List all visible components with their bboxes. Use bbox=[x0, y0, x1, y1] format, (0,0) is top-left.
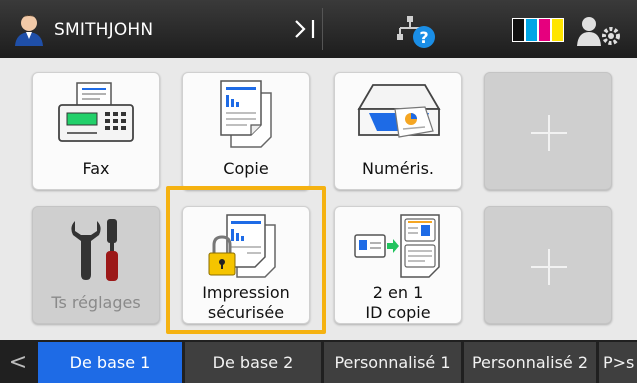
user-name: SMITHJOHN bbox=[54, 20, 154, 40]
id-copy-label-line2: ID copie bbox=[365, 303, 431, 322]
copy-icon bbox=[220, 80, 272, 148]
user-button[interactable]: SMITHJOHN bbox=[0, 0, 322, 58]
id-copy-tile[interactable]: 2 en 1 ID copie bbox=[334, 206, 462, 324]
add-shortcut-slot-2[interactable] bbox=[484, 206, 612, 324]
tab-label: P>s bbox=[603, 353, 635, 372]
selection-highlight bbox=[166, 186, 326, 334]
tab-de-base-1[interactable]: De base 1 bbox=[38, 342, 182, 383]
user-icon bbox=[15, 15, 43, 46]
logout-icon[interactable] bbox=[292, 18, 318, 40]
plus-icon bbox=[529, 113, 569, 153]
fax-tile[interactable]: Fax bbox=[32, 72, 160, 190]
settings-label: Ts réglages bbox=[51, 293, 141, 312]
fax-label: Fax bbox=[82, 159, 110, 178]
tab-personnalise-1[interactable]: Personnalisé 1 bbox=[324, 342, 461, 383]
fax-icon bbox=[58, 82, 134, 142]
toner-level-icon[interactable] bbox=[512, 18, 564, 42]
id-copy-icon bbox=[354, 214, 440, 278]
tab-label: Personnalisé 1 bbox=[334, 353, 451, 372]
tools-icon bbox=[71, 219, 118, 281]
tab-prev-button[interactable]: < bbox=[0, 342, 36, 383]
tab-partial-next[interactable]: P>s bbox=[599, 342, 637, 383]
admin-settings-icon[interactable] bbox=[575, 14, 623, 46]
tab-bar: < De base 1 De base 2 Personnalisé 1 Per… bbox=[0, 340, 637, 383]
header-divider bbox=[322, 8, 323, 50]
svg-text:?: ? bbox=[419, 28, 428, 47]
settings-tile[interactable]: Ts réglages bbox=[32, 206, 160, 324]
tab-personnalise-2[interactable]: Personnalisé 2 bbox=[464, 342, 596, 383]
scan-tile[interactable]: Numéris. bbox=[334, 72, 462, 190]
copy-tile[interactable]: Copie bbox=[182, 72, 310, 190]
id-copy-label-line1: 2 en 1 bbox=[372, 283, 424, 302]
scan-label: Numéris. bbox=[362, 159, 434, 178]
tab-label: Personnalisé 2 bbox=[471, 353, 589, 372]
tab-de-base-2[interactable]: De base 2 bbox=[185, 342, 321, 383]
chevron-left-icon: < bbox=[8, 350, 28, 375]
add-shortcut-slot-1[interactable] bbox=[484, 72, 612, 190]
plus-icon bbox=[529, 247, 569, 287]
network-status-icon[interactable]: ? bbox=[394, 14, 436, 50]
tab-label: De base 1 bbox=[69, 353, 151, 372]
copy-label: Copie bbox=[223, 159, 269, 178]
tab-label: De base 2 bbox=[212, 353, 294, 372]
status-bar: SMITHJOHN ? bbox=[0, 0, 637, 58]
scan-icon bbox=[357, 84, 441, 138]
